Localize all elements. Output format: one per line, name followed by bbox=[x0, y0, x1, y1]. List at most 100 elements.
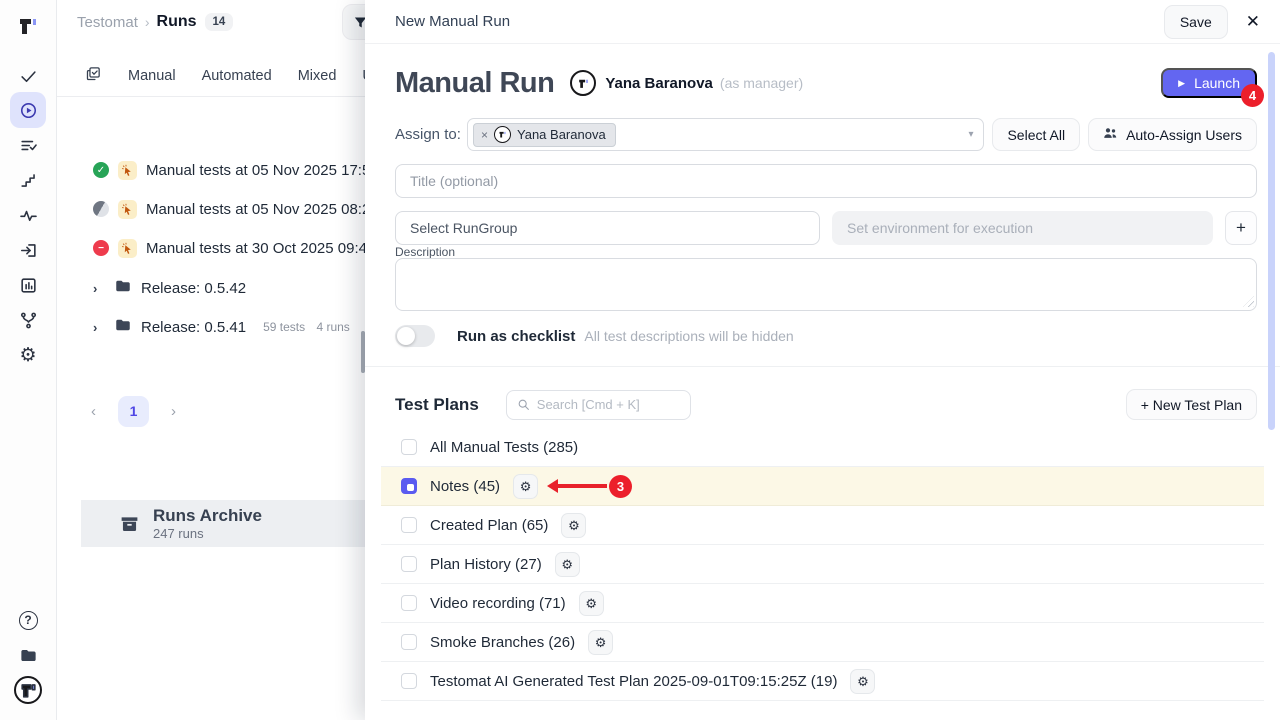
folder-icon bbox=[19, 646, 38, 665]
plan-label: All Manual Tests (285) bbox=[430, 439, 578, 456]
plan-row-ai-generated[interactable]: Testomat AI Generated Test Plan 2025-09-… bbox=[381, 662, 1264, 701]
plan-checkbox[interactable] bbox=[401, 673, 417, 689]
modal-scrollbar[interactable] bbox=[1268, 52, 1275, 430]
auto-assign-label: Auto-Assign Users bbox=[1126, 127, 1242, 143]
test-plans-search[interactable] bbox=[506, 390, 691, 420]
check-icon bbox=[19, 67, 38, 86]
new-test-plan-button[interactable]: + New Test Plan bbox=[1126, 389, 1257, 420]
assignees-select[interactable]: × Yana Baranova ▾ bbox=[467, 118, 984, 151]
sidebar-item-import[interactable] bbox=[10, 232, 46, 268]
launch-label: Launch bbox=[1194, 75, 1240, 91]
plan-checkbox[interactable] bbox=[401, 634, 417, 650]
release-folder-row[interactable]: › Release: 0.5.41 59 tests 4 runs bbox=[57, 312, 365, 342]
search-input[interactable] bbox=[537, 397, 667, 412]
launch-button[interactable]: ▶ Launch 4 bbox=[1161, 68, 1257, 98]
close-icon[interactable]: ✕ bbox=[1246, 12, 1260, 32]
assignee-chip[interactable]: × Yana Baranova bbox=[473, 123, 616, 147]
status-passed-icon: ✓ bbox=[93, 162, 109, 178]
modal-title: New Manual Run bbox=[395, 13, 510, 30]
status-partial-icon bbox=[93, 201, 109, 217]
plan-settings-button[interactable]: ⚙ bbox=[555, 552, 580, 577]
test-plans-title: Test Plans bbox=[395, 395, 479, 415]
sidebar-item-tests[interactable] bbox=[10, 58, 46, 94]
tab-manual[interactable]: Manual bbox=[128, 68, 176, 84]
plan-settings-button[interactable]: ⚙ bbox=[579, 591, 604, 616]
run-list-item[interactable]: ✓ Manual tests at 05 Nov 2025 17:55 bbox=[57, 155, 365, 185]
plan-row-plan-history[interactable]: Plan History (27) ⚙ bbox=[381, 545, 1264, 584]
sidebar-item-help[interactable]: ? bbox=[10, 602, 46, 638]
plan-checkbox[interactable] bbox=[401, 595, 417, 611]
plan-settings-button[interactable]: ⚙ bbox=[588, 630, 613, 655]
chevron-down-icon[interactable]: ▾ bbox=[968, 129, 973, 140]
environment-input[interactable] bbox=[832, 211, 1213, 245]
plan-row-created-plan[interactable]: Created Plan (65) ⚙ bbox=[381, 506, 1264, 545]
play-icon: ▶ bbox=[1178, 78, 1185, 89]
title-input[interactable] bbox=[395, 164, 1257, 198]
bar-chart-icon bbox=[19, 276, 38, 295]
sidebar-item-milestones[interactable] bbox=[10, 162, 46, 198]
chevron-right-icon[interactable]: › bbox=[93, 281, 105, 296]
plan-checkbox-checked[interactable] bbox=[401, 478, 417, 494]
page-1-button[interactable]: 1 bbox=[118, 396, 149, 427]
plan-checkbox[interactable] bbox=[401, 439, 417, 455]
plan-settings-button[interactable]: ⚙ bbox=[561, 513, 586, 538]
run-list-item[interactable]: − Manual tests at 30 Oct 2025 09:48 bbox=[57, 233, 365, 263]
all-runs-tab-icon[interactable] bbox=[85, 65, 102, 86]
sidebar-item-account[interactable] bbox=[10, 672, 46, 708]
folder-icon bbox=[114, 277, 132, 300]
folder-meta: 59 tests 4 runs bbox=[263, 320, 358, 334]
save-button[interactable]: Save bbox=[1164, 5, 1228, 39]
tab-automated[interactable]: Automated bbox=[202, 68, 272, 84]
plan-checkbox[interactable] bbox=[401, 517, 417, 533]
plan-settings-button[interactable]: ⚙ bbox=[513, 474, 538, 499]
sidebar-item-projects[interactable] bbox=[10, 637, 46, 673]
sidebar-item-settings[interactable]: ⚙ bbox=[10, 337, 46, 373]
add-environment-button[interactable]: + bbox=[1225, 211, 1257, 245]
pagination: ‹ 1 › bbox=[57, 394, 365, 428]
runs-count-badge: 14 bbox=[205, 13, 234, 31]
folder-tests-count: 59 tests bbox=[263, 320, 305, 334]
sidebar-item-runs[interactable] bbox=[10, 92, 46, 128]
plan-checkbox[interactable] bbox=[401, 556, 417, 572]
description-label: Description bbox=[395, 245, 455, 259]
sidebar-item-reports[interactable] bbox=[10, 267, 46, 303]
gear-icon: ⚙ bbox=[857, 675, 869, 688]
testomat-logo[interactable] bbox=[10, 8, 46, 44]
auto-assign-button[interactable]: Auto-Assign Users bbox=[1088, 118, 1257, 151]
remove-assignee-icon[interactable]: × bbox=[481, 128, 488, 142]
chevron-right-icon[interactable]: › bbox=[93, 320, 105, 335]
release-folder-row[interactable]: › Release: 0.5.42 bbox=[57, 273, 365, 303]
plan-row-all-manual-tests[interactable]: All Manual Tests (285) bbox=[381, 428, 1264, 467]
sidebar-item-analytics[interactable] bbox=[10, 197, 46, 233]
plan-settings-button[interactable]: ⚙ bbox=[850, 669, 875, 694]
prev-page-button[interactable]: ‹ bbox=[91, 403, 96, 420]
select-all-button[interactable]: Select All bbox=[992, 118, 1080, 151]
rungroup-select[interactable]: Select RunGroup bbox=[395, 211, 820, 245]
runs-tabbar: Manual Automated Mixed Un bbox=[57, 55, 365, 97]
sidebar-item-branches[interactable] bbox=[10, 302, 46, 338]
sidebar-item-plans[interactable] bbox=[10, 127, 46, 163]
annotation-badge: 3 bbox=[609, 475, 632, 498]
assign-label: Assign to: bbox=[395, 126, 467, 143]
plan-label: Smoke Branches (26) bbox=[430, 634, 575, 651]
run-list-item[interactable]: Manual tests at 05 Nov 2025 08:23 bbox=[57, 194, 365, 224]
plan-row-video-recording[interactable]: Video recording (71) ⚙ bbox=[381, 584, 1264, 623]
plan-row-smoke-branches[interactable]: Smoke Branches (26) ⚙ bbox=[381, 623, 1264, 662]
plan-row-notes[interactable]: Notes (45) ⚙ 3 bbox=[381, 467, 1264, 506]
filter-button[interactable] bbox=[342, 4, 365, 40]
plan-label: Created Plan (65) bbox=[430, 517, 548, 534]
archive-title: Runs Archive bbox=[153, 506, 262, 526]
run-as-checklist-toggle[interactable] bbox=[395, 325, 435, 347]
test-plans-header: Test Plans + New Test Plan bbox=[395, 389, 1257, 420]
users-icon bbox=[1103, 126, 1118, 144]
run-title: Manual tests at 30 Oct 2025 09:48 bbox=[146, 240, 365, 257]
description-textarea[interactable] bbox=[395, 258, 1257, 311]
manual-run-icon bbox=[118, 161, 137, 180]
tab-mixed[interactable]: Mixed bbox=[298, 68, 337, 84]
gear-icon: ⚙ bbox=[568, 519, 580, 532]
stairs-icon bbox=[19, 171, 38, 190]
breadcrumb-project[interactable]: Testomat bbox=[77, 14, 138, 31]
runs-archive-card[interactable]: Runs Archive 247 runs bbox=[81, 500, 365, 547]
help-icon: ? bbox=[19, 611, 38, 630]
next-page-button[interactable]: › bbox=[171, 403, 176, 420]
